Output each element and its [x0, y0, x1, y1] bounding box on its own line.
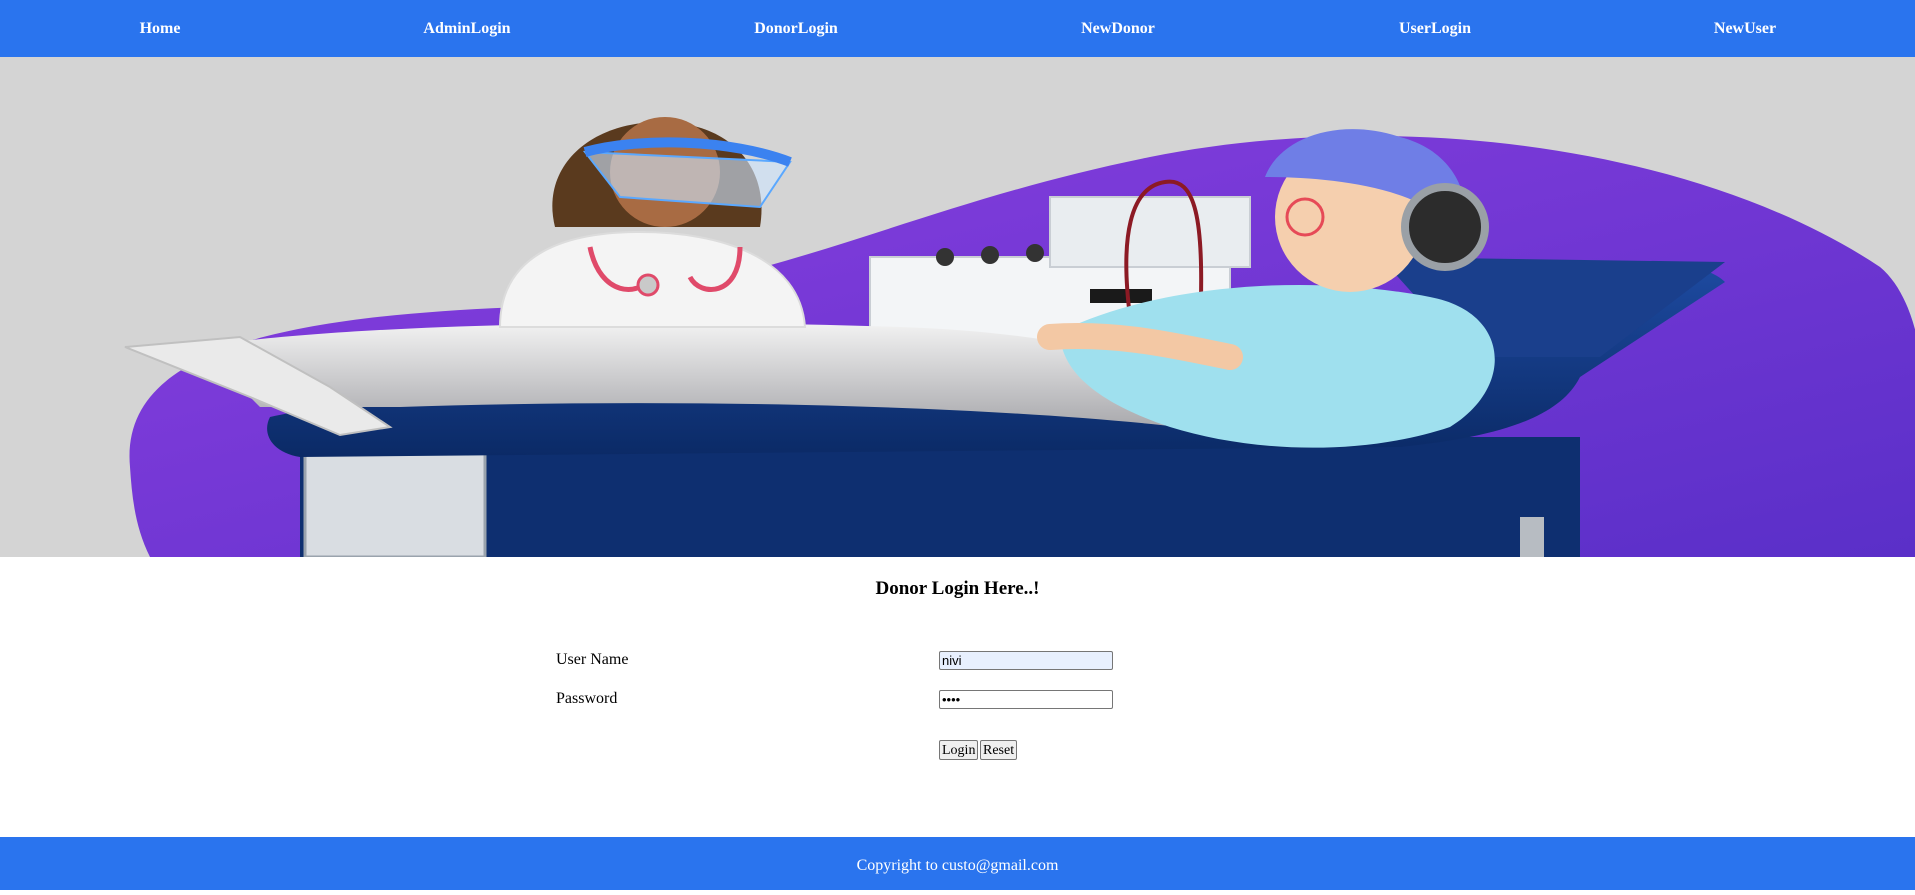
- password-label: Password: [556, 690, 618, 707]
- reset-button[interactable]: Reset: [980, 740, 1018, 760]
- username-label: User Name: [556, 651, 629, 668]
- top-navigation-bar: Home AdminLogin DonorLogin NewDonor User…: [0, 0, 1915, 57]
- username-input[interactable]: nivi: [939, 651, 1113, 670]
- footer-copyright-text: Copyright to custo@gmail.com: [856, 857, 1059, 874]
- nav-link-home[interactable]: Home: [140, 0, 181, 57]
- blood-donation-illustration: [124, 117, 1915, 557]
- nav-link-new-user[interactable]: NewUser: [1714, 0, 1776, 57]
- nav-link-admin-login[interactable]: AdminLogin: [423, 0, 510, 57]
- nav-link-donor-login[interactable]: DonorLogin: [754, 0, 838, 57]
- nav-link-new-donor[interactable]: NewDonor: [1081, 0, 1155, 57]
- login-form-title: Donor Login Here..!: [875, 578, 1040, 599]
- password-input[interactable]: ••••: [939, 690, 1113, 709]
- hero-banner-illustration: [0, 57, 1915, 557]
- login-button[interactable]: Login: [939, 740, 979, 760]
- page-footer: Copyright to custo@gmail.com: [0, 837, 1915, 890]
- nav-link-user-login[interactable]: UserLogin: [1399, 0, 1471, 57]
